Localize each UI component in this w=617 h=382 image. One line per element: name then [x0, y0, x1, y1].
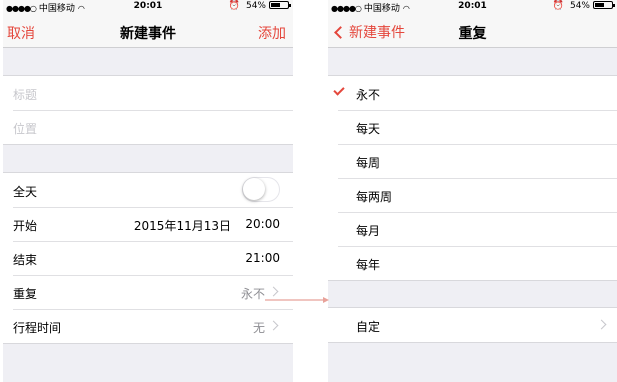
- repeat-screen: ●●●●○ 中国移动 ◠ 20:01 ⏰ 54% 新建事件 重复 永不 每天 每周 每两周每…: [328, 0, 617, 382]
- title-placeholder: 标题: [13, 88, 38, 102]
- alarm-icon: ⏰: [228, 1, 240, 11]
- battery-percent: 54%: [245, 1, 266, 11]
- custom-label: 自定: [356, 320, 381, 334]
- add-button[interactable]: 添加: [258, 23, 286, 43]
- repeat-option-row[interactable]: 每周: [328, 144, 617, 178]
- battery-percent: 54%: [569, 1, 590, 11]
- repeat-option-row[interactable]: 每两周: [328, 178, 617, 212]
- repeat-option-label: 每周: [356, 156, 381, 170]
- status-bar: ●●●●○ 中国移动 ◠ 20:01 ⏰ 54%: [3, 0, 293, 14]
- repeat-option-label: 每天: [356, 122, 381, 136]
- arrow-connector: [265, 297, 329, 303]
- travel-time-value: 无: [252, 321, 265, 335]
- repeat-value: 永不: [240, 287, 265, 301]
- travel-time-label: 行程时间: [13, 321, 62, 335]
- end-time: 21:00: [245, 251, 280, 265]
- start-time: 20:00: [245, 217, 280, 231]
- page-title: 重复: [458, 26, 487, 42]
- start-date: 2015年11月13日: [133, 219, 231, 233]
- repeat-options-group: 永不每天每周每两周每月每年: [328, 75, 617, 281]
- status-bar: ●●●●○ 中国移动 ◠ 20:01 ⏰ 54%: [328, 0, 617, 14]
- end-row[interactable]: 结束 21:00: [3, 241, 293, 275]
- nav-bar: 取消 新建事件 添加: [3, 14, 293, 48]
- chevron-right-icon: [596, 319, 607, 330]
- title-location-group: 标题 位置: [3, 75, 293, 145]
- custom-group: 自定: [328, 307, 617, 343]
- chevron-right-icon: [268, 320, 279, 331]
- custom-row[interactable]: 自定: [328, 308, 617, 342]
- location-field[interactable]: 位置: [3, 110, 293, 144]
- battery-icon: [593, 1, 615, 9]
- location-placeholder: 位置: [13, 122, 38, 136]
- page-title: 新建事件: [120, 26, 176, 42]
- time-group: 全天 开始 2015年11月13日 20:00 结束 21:00 重复 永不 行…: [3, 172, 293, 344]
- end-label: 结束: [13, 253, 38, 267]
- repeat-option-row[interactable]: 永不: [328, 76, 617, 110]
- repeat-option-row[interactable]: 每月: [328, 212, 617, 246]
- alarm-icon: ⏰: [552, 1, 564, 11]
- repeat-option-row[interactable]: 每年: [328, 246, 617, 280]
- repeat-option-label: 每两周: [356, 190, 393, 204]
- battery-icon: [269, 1, 291, 9]
- title-field[interactable]: 标题: [3, 76, 293, 110]
- repeat-option-row[interactable]: 每天: [328, 110, 617, 144]
- nav-bar: 新建事件 重复: [328, 14, 617, 48]
- all-day-label: 全天: [13, 185, 38, 199]
- start-row[interactable]: 开始 2015年11月13日 20:00: [3, 207, 293, 241]
- travel-time-row[interactable]: 行程时间 无: [3, 309, 293, 343]
- start-label: 开始: [13, 219, 38, 233]
- chevron-right-icon: [268, 286, 279, 297]
- repeat-option-label: 每月: [356, 224, 381, 238]
- checkmark-icon: [333, 84, 345, 96]
- all-day-toggle[interactable]: [242, 177, 280, 202]
- repeat-label: 重复: [13, 287, 38, 301]
- repeat-option-label: 永不: [356, 88, 381, 102]
- repeat-row[interactable]: 重复 永不: [3, 275, 293, 309]
- toggle-knob: [243, 178, 265, 200]
- repeat-option-label: 每年: [356, 258, 381, 272]
- new-event-screen: ●●●●○ 中国移动 ◠ 20:01 ⏰ 54% 取消 新建事件 添加 标题 位置 全…: [3, 0, 293, 382]
- all-day-row: 全天: [3, 173, 293, 207]
